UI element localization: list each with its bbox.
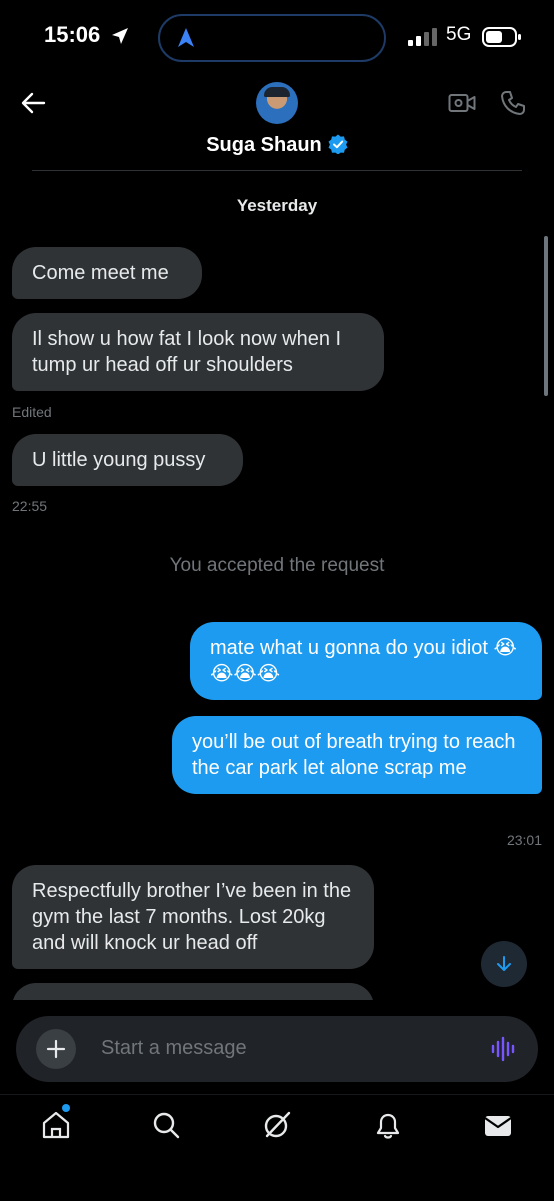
plus-icon [46, 1039, 66, 1059]
message-edited-label: Edited [12, 404, 52, 420]
grok-icon[interactable] [261, 1109, 293, 1141]
avatar[interactable] [256, 82, 298, 124]
message-timestamp: 23:01 [506, 832, 542, 848]
message-bubble[interactable]: you’ll be out of breath trying to reach … [172, 716, 542, 794]
contact-name-label: Suga Shaun [206, 134, 322, 156]
location-arrow-icon [112, 28, 128, 44]
battery-icon [482, 27, 521, 47]
conversation-header: Suga Shaun [0, 76, 554, 168]
video-call-icon[interactable] [448, 92, 476, 114]
dynamic-island [158, 14, 386, 62]
navigation-arrow-icon [178, 28, 194, 47]
add-attachment-button[interactable] [36, 1029, 76, 1069]
search-icon[interactable] [150, 1109, 182, 1141]
message-bubble[interactable]: mate what u gonna do you idiot 😭😭😭😭 [190, 622, 542, 700]
status-time: 15:06 [44, 22, 101, 47]
cellular-signal-icon [408, 28, 437, 46]
system-notice: You accepted the request [169, 555, 385, 576]
message-timestamp: 22:55 [12, 498, 48, 514]
message-bubble[interactable]: Il show u how fat I look now when I tump… [12, 313, 384, 391]
arrow-down-icon [497, 956, 511, 971]
messages-envelope-icon[interactable] [482, 1109, 514, 1141]
header-divider [32, 170, 522, 171]
phone-call-icon[interactable] [500, 90, 526, 116]
contact-name[interactable]: Suga Shaun [0, 134, 554, 157]
verified-badge-icon [328, 134, 348, 154]
date-divider: Yesterday [236, 196, 318, 215]
message-composer[interactable]: Start a message [16, 1016, 538, 1082]
scroll-to-bottom-button[interactable] [481, 941, 527, 987]
message-bubble[interactable]: U little young pussy [12, 434, 243, 486]
message-input[interactable]: Start a message [101, 1037, 247, 1060]
bottom-tab-bar [0, 1094, 554, 1201]
voice-message-icon[interactable] [490, 1035, 518, 1063]
message-bubble[interactable]: Come meet me [12, 247, 202, 299]
notifications-bell-icon[interactable] [372, 1109, 404, 1141]
composer-area: Start a message [0, 1000, 554, 1100]
message-bubble[interactable]: Respectfully brother I’ve been in the gy… [12, 865, 374, 969]
home-notification-dot [62, 1104, 70, 1112]
home-icon[interactable] [40, 1109, 72, 1141]
scrollbar[interactable] [544, 236, 548, 396]
back-arrow-icon[interactable] [20, 90, 46, 116]
network-type: 5G [446, 24, 472, 45]
status-bar: 15:06 5G [0, 0, 554, 76]
